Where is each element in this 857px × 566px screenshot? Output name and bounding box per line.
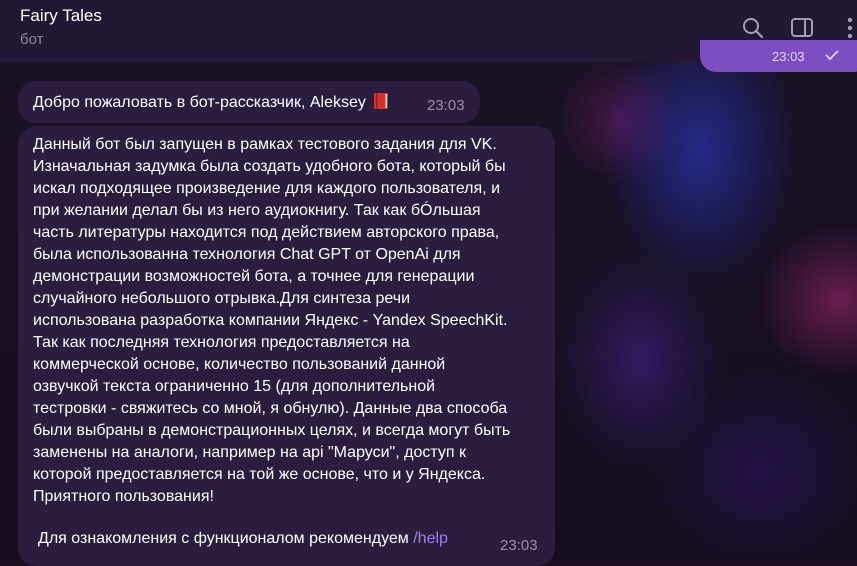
outgoing-message-time: 23:03: [772, 49, 805, 64]
chat-title[interactable]: Fairy Tales: [20, 6, 102, 26]
welcome-message-bubble[interactable]: Добро пожаловать в бот-рассказчик, Aleks…: [18, 81, 480, 123]
sidebar-panel-icon[interactable]: [790, 16, 814, 40]
recommendation-line: Для ознакомления с функционалом рекоменд…: [38, 530, 448, 548]
message-time: 23:03: [427, 97, 465, 114]
welcome-message-text: Добро пожаловать в бот-рассказчик, Aleks…: [33, 92, 390, 112]
recommendation-text: Для ознакомления с функционалом рекоменд…: [38, 530, 414, 547]
description-message-text: Данный бот был запущен в рамках тестовог…: [33, 136, 511, 505]
message-time: 23:03: [500, 537, 538, 554]
help-command-link[interactable]: /help: [413, 530, 448, 547]
red-book-icon: [372, 92, 390, 110]
description-message-bubble[interactable]: Данный бот был запущен в рамках тестовог…: [18, 126, 555, 566]
search-icon[interactable]: [741, 16, 765, 40]
more-vertical-icon[interactable]: [838, 16, 857, 40]
check-icon: [825, 50, 839, 60]
chat-subtitle: бот: [20, 31, 44, 48]
